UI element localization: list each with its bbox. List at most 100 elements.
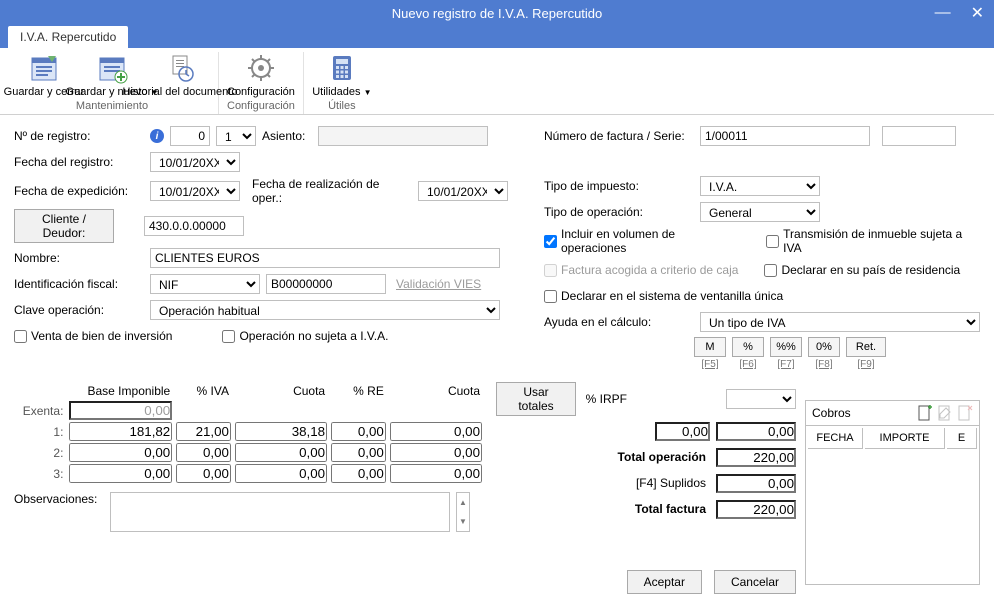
cobros-title: Cobros xyxy=(812,406,851,420)
save-close-icon xyxy=(28,52,60,84)
r3-iva[interactable] xyxy=(176,464,231,483)
key-f7: [F7] xyxy=(770,359,802,370)
id-fiscal-tipo-select[interactable]: NIF xyxy=(150,274,260,294)
chk-ventanilla-unica[interactable]: Declarar en el sistema de ventanilla úni… xyxy=(544,289,783,303)
calc-m-button[interactable]: M xyxy=(694,337,726,357)
document-history-icon xyxy=(164,52,196,84)
exenta-base xyxy=(69,401,172,420)
fecha-operacion-input[interactable]: 10/01/20XX xyxy=(418,181,508,201)
asiento-input xyxy=(318,126,488,146)
chk-incluir-volumen[interactable]: Incluir en volumen de operaciones xyxy=(544,227,740,255)
close-button[interactable]: ✕ xyxy=(967,3,988,23)
col-re: % RE xyxy=(329,382,388,400)
label-ayuda-calculo: Ayuda en el cálculo: xyxy=(544,315,694,329)
nombre-input[interactable] xyxy=(150,248,500,268)
r2-base[interactable] xyxy=(69,443,172,462)
id-fiscal-input[interactable] xyxy=(266,274,386,294)
tab-iva-repercutido[interactable]: I.V.A. Repercutido xyxy=(8,26,128,48)
chevron-up-icon[interactable]: ▲ xyxy=(457,493,469,512)
calc-pct-button[interactable]: % xyxy=(732,337,764,357)
table-row: 1: xyxy=(14,421,484,442)
calc-zero-button[interactable]: 0% xyxy=(808,337,840,357)
r1-re[interactable] xyxy=(331,422,386,441)
fecha-registro-input[interactable]: 10/01/20XX xyxy=(150,152,240,172)
col-cuota2: Cuota xyxy=(388,382,484,400)
r3-re[interactable] xyxy=(331,464,386,483)
clave-operacion-select[interactable]: Operación habitual xyxy=(150,300,500,320)
r2-cuota2[interactable] xyxy=(390,443,482,462)
usar-totales-button[interactable]: Usar totales xyxy=(496,382,576,416)
tipo-impuesto-select[interactable]: I.V.A. xyxy=(700,176,820,196)
chk-declarar-pais[interactable]: Declarar en su país de residencia xyxy=(764,263,960,277)
observaciones-input[interactable] xyxy=(110,492,450,532)
chevron-down-icon: ▼ xyxy=(364,88,372,97)
num-factura-input[interactable] xyxy=(700,126,870,146)
r1-iva[interactable] xyxy=(176,422,231,441)
chevron-down-icon[interactable]: ▼ xyxy=(457,512,469,531)
ribbon-group-configuracion: Configuración xyxy=(227,100,295,112)
label-observaciones: Observaciones: xyxy=(14,492,104,506)
r3-cuota[interactable] xyxy=(235,464,327,483)
r3-cuota2[interactable] xyxy=(390,464,482,483)
utilidades-button[interactable]: Utilidades ▼ xyxy=(312,52,372,98)
r1-cuota[interactable] xyxy=(235,422,327,441)
tab-strip: I.V.A. Repercutido xyxy=(0,26,994,48)
chk-criterio-caja: Factura acogida a criterio de caja xyxy=(544,263,738,277)
suplidos xyxy=(716,474,796,493)
col-irpf: % IRPF xyxy=(582,392,627,406)
total-factura xyxy=(716,500,796,519)
cliente-deudor-button[interactable]: Cliente / Deudor: xyxy=(14,209,114,243)
key-f5: [F5] xyxy=(694,359,726,370)
cancelar-button[interactable]: Cancelar xyxy=(714,570,796,594)
r2-cuota[interactable] xyxy=(235,443,327,462)
ayuda-calculo-select[interactable]: Un tipo de IVA xyxy=(700,312,980,332)
label-fecha-registro: Fecha del registro: xyxy=(14,155,144,169)
chk-no-sujeta[interactable]: Operación no sujeta a I.V.A. xyxy=(222,329,388,343)
label-id-fiscal: Identificación fiscal: xyxy=(14,277,144,291)
total-operacion xyxy=(716,448,796,467)
col-base: Base Imponible xyxy=(67,382,174,400)
r1-cuota2[interactable] xyxy=(390,422,482,441)
label-n-registro: Nº de registro: xyxy=(14,129,144,143)
title-bar: Nuevo registro de I.V.A. Repercutido — ✕ xyxy=(0,0,994,26)
cliente-input[interactable] xyxy=(144,216,244,236)
ribbon-group-mantenimiento: Mantenimiento xyxy=(76,100,148,112)
label-fecha-expedicion: Fecha de expedición: xyxy=(14,184,144,198)
label-asiento: Asiento: xyxy=(262,129,312,143)
num-factura-serie-input[interactable] xyxy=(882,126,956,146)
chk-venta-inversion[interactable]: Venta de bien de inversión xyxy=(14,329,172,343)
col-iva: % IVA xyxy=(174,382,233,400)
r2-iva[interactable] xyxy=(176,443,231,462)
label-suplidos: [F4] Suplidos xyxy=(496,474,710,492)
calculator-icon xyxy=(326,52,358,84)
irpf-amt xyxy=(716,422,796,441)
add-cobro-icon[interactable] xyxy=(917,405,933,421)
calc-pctpct-button[interactable]: %% xyxy=(770,337,802,357)
chk-transmision-inmueble[interactable]: Transmisión de inmueble sujeta a IVA xyxy=(766,227,980,255)
window-title: Nuevo registro de I.V.A. Repercutido xyxy=(392,6,603,21)
r3-base[interactable] xyxy=(69,464,172,483)
calc-ret-button[interactable]: Ret. xyxy=(846,337,886,357)
aceptar-button[interactable]: Aceptar xyxy=(627,570,702,594)
label-nombre: Nombre: xyxy=(14,251,144,265)
irpf-select[interactable] xyxy=(726,389,796,409)
info-icon[interactable]: i xyxy=(150,129,164,143)
save-new-icon xyxy=(96,52,128,84)
observaciones-stepper[interactable]: ▲ ▼ xyxy=(456,492,470,532)
tipo-operacion-select[interactable]: General xyxy=(700,202,820,222)
n-registro-serie-select[interactable]: 1 xyxy=(216,126,256,146)
delete-cobro-icon[interactable] xyxy=(957,405,973,421)
n-registro-input[interactable] xyxy=(170,126,210,146)
gear-icon xyxy=(245,52,277,84)
fecha-expedicion-input[interactable]: 10/01/20XX xyxy=(150,181,240,201)
key-f8: [F8] xyxy=(808,359,840,370)
table-row: 2: xyxy=(14,442,484,463)
cobros-panel: Cobros FECHA IMPORTE E xyxy=(805,400,980,585)
r1-base[interactable] xyxy=(69,422,172,441)
edit-cobro-icon[interactable] xyxy=(937,405,953,421)
table-row: 3: xyxy=(14,463,484,484)
key-f6: [F6] xyxy=(732,359,764,370)
label-total-operacion: Total operación xyxy=(496,448,710,466)
minimize-button[interactable]: — xyxy=(931,4,955,22)
r2-re[interactable] xyxy=(331,443,386,462)
